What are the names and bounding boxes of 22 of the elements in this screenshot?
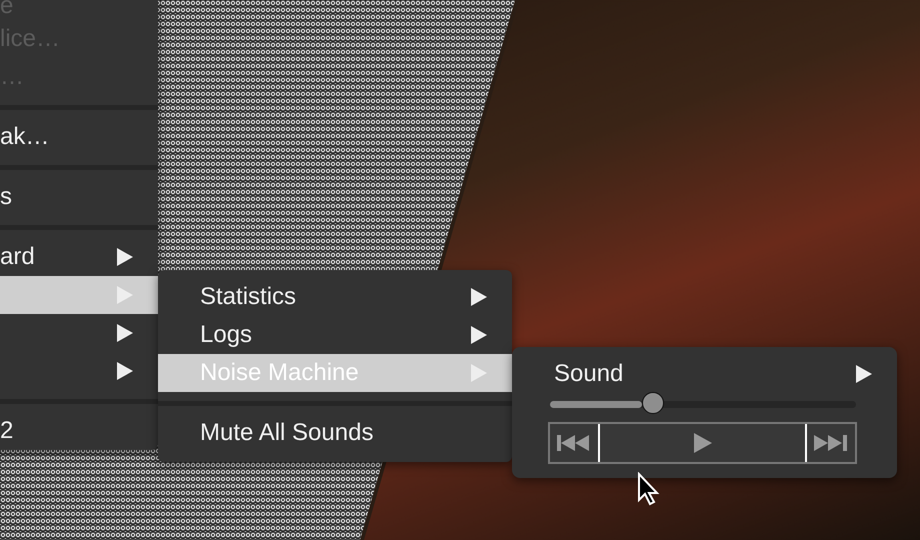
submenu-arrow-icon — [470, 325, 488, 345]
menu-item[interactable]: Mute All Sounds — [158, 414, 512, 452]
submenu-arrow-icon — [470, 363, 488, 383]
pointer-cursor-icon — [637, 472, 661, 506]
menu-item[interactable]: Sound — [512, 355, 897, 393]
play-button[interactable] — [598, 424, 807, 462]
skip-back-icon — [557, 434, 591, 452]
submenu-arrow-icon — [855, 364, 873, 384]
menu-item[interactable]: ak… — [0, 118, 158, 156]
menu-item[interactable]: ard — [0, 238, 158, 276]
menu-item[interactable]: Logs — [158, 316, 512, 354]
submenu-arrow-icon — [116, 247, 134, 267]
menu-item[interactable]: Statistics — [158, 278, 512, 316]
submenu-arrow-icon — [116, 361, 134, 381]
slider-thumb[interactable] — [642, 392, 664, 414]
menu-item[interactable]: 2 — [0, 412, 158, 450]
submenu-arrow-icon — [470, 287, 488, 307]
submenu-arrow-icon — [116, 285, 134, 305]
play-icon — [694, 433, 712, 453]
submenu-arrow-icon — [116, 323, 134, 343]
skip-forward-icon — [814, 434, 848, 452]
menu-item[interactable]: s — [0, 178, 158, 216]
